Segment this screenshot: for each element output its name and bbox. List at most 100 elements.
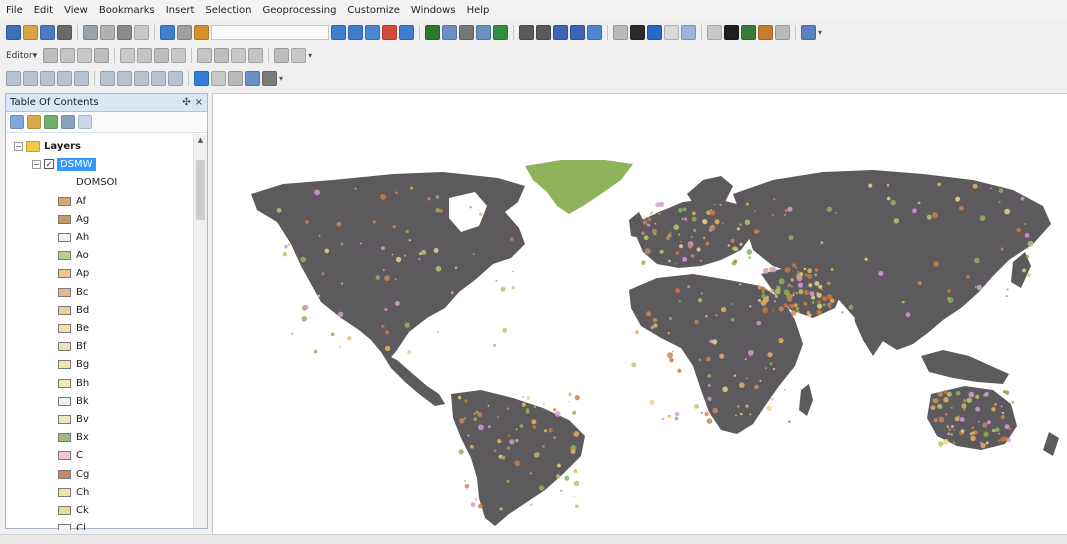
- legend-item[interactable]: Af: [58, 192, 86, 210]
- legend-item[interactable]: Bc: [58, 283, 88, 301]
- editor-tool-icon-6[interactable]: [137, 48, 153, 63]
- standard-tool-icon-4[interactable]: [57, 25, 72, 40]
- legend-item[interactable]: Ao: [58, 247, 89, 265]
- layout-tool-icon-14[interactable]: [245, 71, 260, 86]
- tools-tool-icon-2[interactable]: [348, 25, 363, 40]
- editor-tool-icon-11[interactable]: [231, 48, 247, 63]
- editor-overflow-chevron-icon[interactable]: ▾: [308, 51, 312, 60]
- layout-tool-icon-13[interactable]: [228, 71, 243, 86]
- options-icon[interactable]: [78, 115, 92, 129]
- pin-icon[interactable]: ✣: [182, 97, 190, 108]
- legend-item[interactable]: Ah: [58, 228, 89, 246]
- editor-tool-icon-3[interactable]: [77, 48, 93, 63]
- tools-tool-icon-23[interactable]: [741, 25, 756, 40]
- standard-tool-icon-5[interactable]: [83, 25, 98, 40]
- tools-tool-icon-7[interactable]: [442, 25, 457, 40]
- menu-customize[interactable]: Customize: [347, 5, 400, 16]
- tools-tool-icon-4[interactable]: [382, 25, 397, 40]
- menu-insert[interactable]: Insert: [166, 5, 195, 16]
- layout-tool-icon-11[interactable]: [194, 71, 209, 86]
- list-by-visibility-icon[interactable]: [44, 115, 58, 129]
- list-by-selection-icon[interactable]: [61, 115, 75, 129]
- legend-swatch[interactable]: [58, 451, 71, 461]
- editor-tool-icon-12[interactable]: [248, 48, 264, 63]
- legend-swatch[interactable]: [58, 396, 71, 406]
- legend-swatch[interactable]: [58, 524, 71, 530]
- layout-tool-icon-12[interactable]: [211, 71, 226, 86]
- scroll-up-icon[interactable]: ▲: [194, 134, 207, 146]
- layer-visibility-checkbox[interactable]: ✓: [44, 159, 54, 169]
- map-scale-dropdown[interactable]: [211, 25, 329, 40]
- standard-tool-icon-7[interactable]: [117, 25, 132, 40]
- tools-tool-icon-16[interactable]: [613, 25, 628, 40]
- legend-item[interactable]: Bf: [58, 338, 86, 356]
- tools-tool-icon-6[interactable]: [425, 25, 440, 40]
- collapse-icon[interactable]: −: [32, 159, 41, 169]
- map-display[interactable]: [212, 93, 1067, 534]
- legend-swatch[interactable]: [58, 305, 71, 315]
- tools-tool-icon-5[interactable]: [399, 25, 414, 40]
- legend-swatch[interactable]: [58, 232, 71, 242]
- list-by-drawing-order-icon[interactable]: [10, 115, 24, 129]
- legend-swatch[interactable]: [58, 214, 71, 224]
- tools-tool-icon-24[interactable]: [758, 25, 773, 40]
- menu-file[interactable]: File: [6, 5, 23, 16]
- legend-item[interactable]: Bx: [58, 429, 89, 447]
- tools-tool-icon-8[interactable]: [459, 25, 474, 40]
- standard-tool-icon-11[interactable]: [194, 25, 209, 40]
- legend-swatch[interactable]: [58, 269, 71, 279]
- menu-windows[interactable]: Windows: [411, 5, 456, 16]
- legend-swatch[interactable]: [58, 287, 71, 297]
- editor-tool-icon-14[interactable]: [291, 48, 307, 63]
- tools-tool-icon-12[interactable]: [536, 25, 551, 40]
- legend-item[interactable]: Cl: [58, 520, 86, 530]
- layout-tool-icon-4[interactable]: [57, 71, 72, 86]
- legend-item[interactable]: Ck: [58, 501, 89, 519]
- legend-swatch[interactable]: [58, 360, 71, 370]
- layout-tool-icon-5[interactable]: [74, 71, 89, 86]
- editor-tool-icon-13[interactable]: [274, 48, 290, 63]
- legend-item[interactable]: Ag: [58, 210, 89, 228]
- legend-swatch[interactable]: [58, 414, 71, 424]
- tools-tool-icon-11[interactable]: [519, 25, 534, 40]
- legend-swatch[interactable]: [58, 251, 71, 261]
- legend-item[interactable]: Be: [58, 319, 89, 337]
- close-icon[interactable]: ×: [195, 97, 203, 108]
- standard-tool-icon-6[interactable]: [100, 25, 115, 40]
- menu-bookmarks[interactable]: Bookmarks: [99, 5, 155, 16]
- tools-tool-icon-22[interactable]: [724, 25, 739, 40]
- legend-item[interactable]: Ap: [58, 265, 89, 283]
- standard-tool-icon-8[interactable]: [134, 25, 149, 40]
- editor-tool-icon-2[interactable]: [60, 48, 76, 63]
- legend-swatch[interactable]: [58, 196, 71, 206]
- legend-item[interactable]: C: [58, 447, 83, 465]
- toolbar-overflow-chevron-icon[interactable]: ▾: [818, 28, 822, 37]
- editor-tool-icon-8[interactable]: [171, 48, 187, 63]
- tools-tool-icon-20[interactable]: [681, 25, 696, 40]
- toc-scrollbar[interactable]: ▲: [193, 134, 207, 528]
- layout-tool-icon-8[interactable]: [134, 71, 149, 86]
- legend-item[interactable]: Bg: [58, 356, 89, 374]
- tools-tool-icon-14[interactable]: [570, 25, 585, 40]
- editor-tool-icon-10[interactable]: [214, 48, 230, 63]
- standard-tool-icon-2[interactable]: [23, 25, 38, 40]
- tools-tool-icon-13[interactable]: [553, 25, 568, 40]
- standard-tool-icon-10[interactable]: [177, 25, 192, 40]
- layout-tool-icon-7[interactable]: [117, 71, 132, 86]
- collapse-icon[interactable]: −: [14, 141, 23, 151]
- layout-tool-icon-6[interactable]: [100, 71, 115, 86]
- legend-swatch[interactable]: [58, 469, 71, 479]
- tools-tool-icon-15[interactable]: [587, 25, 602, 40]
- standard-tool-icon-9[interactable]: [160, 25, 175, 40]
- editor-tool-icon-5[interactable]: [120, 48, 136, 63]
- tools-tool-icon-17[interactable]: [630, 25, 645, 40]
- menu-help[interactable]: Help: [467, 5, 490, 16]
- menu-view[interactable]: View: [64, 5, 88, 16]
- tools-tool-icon-1[interactable]: [331, 25, 346, 40]
- layers-root-row[interactable]: − Layers: [14, 137, 81, 155]
- layer-row-dsmw[interactable]: − ✓ DSMW: [32, 155, 96, 173]
- legend-item[interactable]: Bk: [58, 392, 89, 410]
- legend-swatch[interactable]: [58, 505, 71, 515]
- tools-tool-icon-19[interactable]: [664, 25, 679, 40]
- legend-item[interactable]: Cg: [58, 465, 89, 483]
